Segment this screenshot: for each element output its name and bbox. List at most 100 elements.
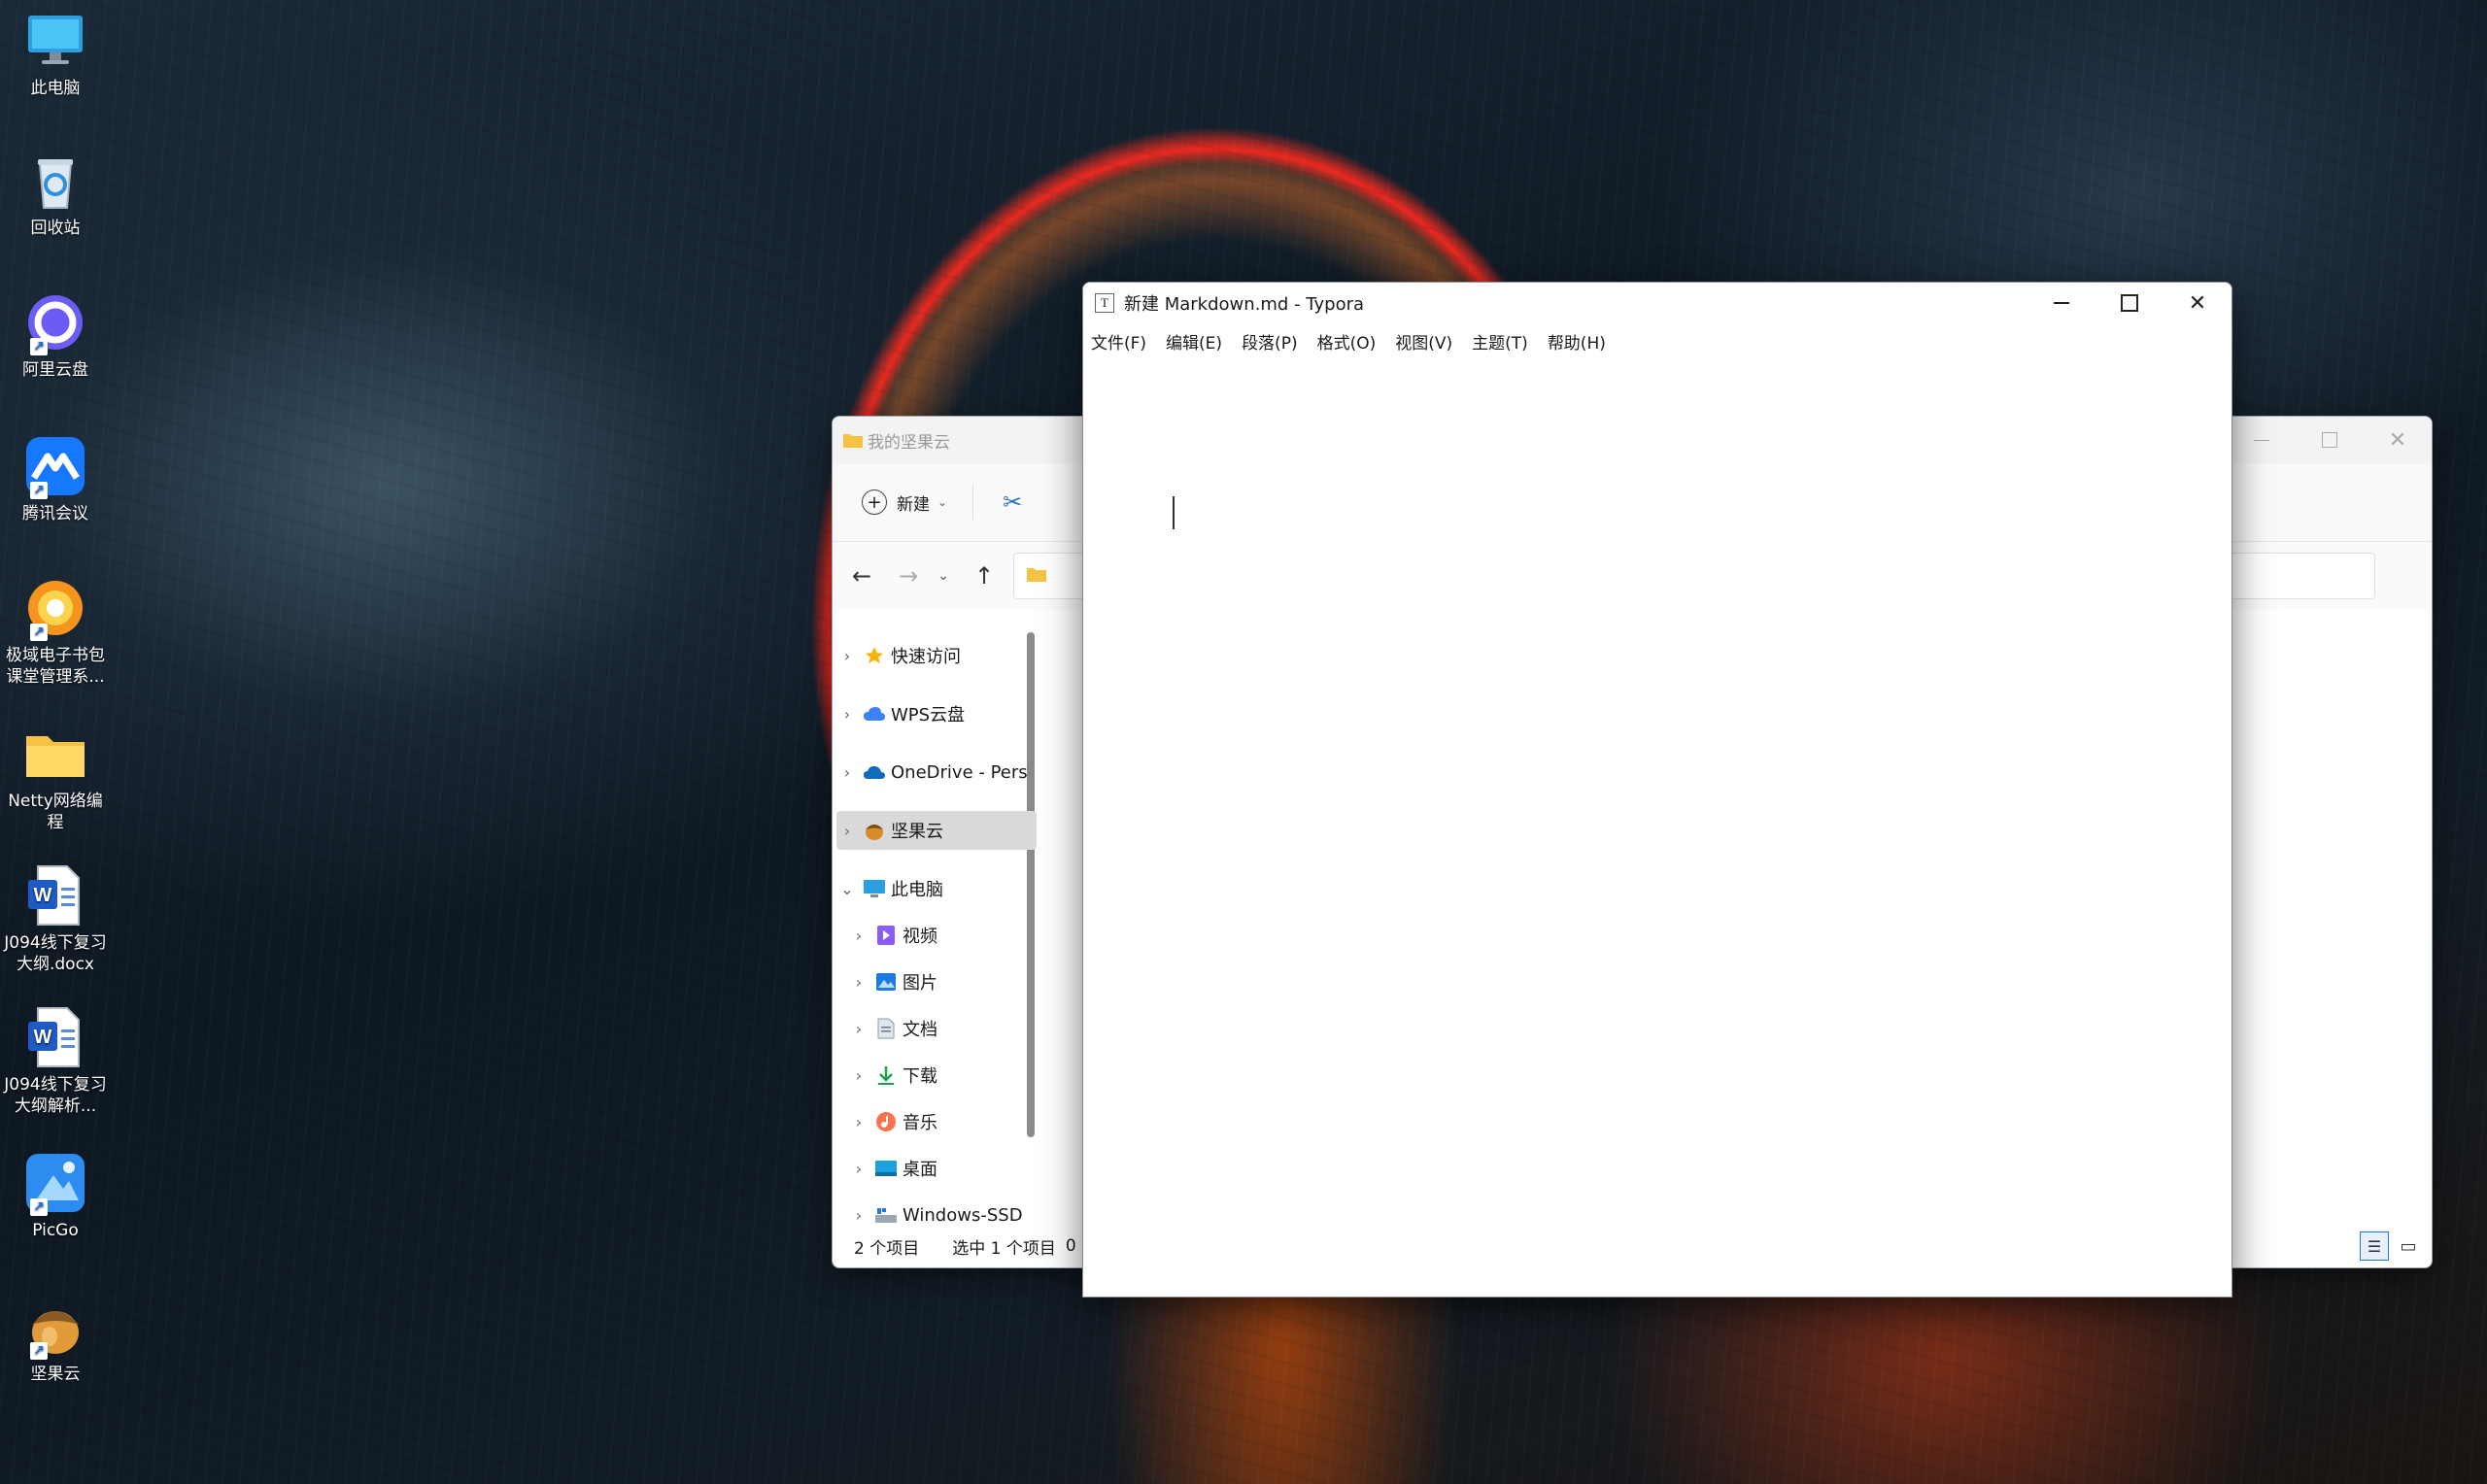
desktop-icon-label: PicGo	[32, 1221, 79, 1240]
download-icon	[873, 1064, 899, 1086]
chevron-right-icon: ›	[855, 1065, 863, 1085]
nav-item-label: OneDrive - Pers	[891, 761, 1028, 783]
nav-item-pictures[interactable]: › 图片	[848, 962, 1048, 1001]
plus-circle-icon: +	[862, 489, 887, 515]
desktop-icon-this-pc[interactable]: 此电脑	[0, 10, 111, 99]
desktop-icon-label: 坚果云	[30, 1365, 81, 1384]
status-size: 0	[1065, 1236, 1076, 1256]
markdown-editor[interactable]	[1083, 360, 2231, 1297]
desktop-icon-label: J094线下复习大纲.docx	[4, 933, 107, 974]
picture-icon	[873, 971, 899, 993]
up-button[interactable]: ↑	[974, 562, 994, 590]
shortcut-arrow-icon: ↗	[30, 624, 48, 641]
shortcut-arrow-icon: ↗	[30, 338, 48, 355]
desktop-icon-recycle-bin[interactable]: 回收站	[0, 150, 111, 239]
chevron-right-icon: ›	[855, 1112, 863, 1131]
monitor-icon	[24, 10, 86, 72]
back-button[interactable]: ←	[852, 562, 871, 590]
minimize-icon	[2254, 439, 2269, 441]
nav-item-label: 桌面	[903, 1160, 937, 1180]
typora-window[interactable]: T 新建 Markdown.md - Typora ✕ 文件(F) 编辑(E) …	[1082, 282, 2232, 1298]
desktop-icon-tencent-meeting[interactable]: ↗ 腾讯会议	[0, 435, 111, 524]
new-button-label: 新建	[897, 494, 930, 515]
typora-titlebar[interactable]: T 新建 Markdown.md - Typora ✕	[1083, 283, 2231, 323]
desktop-icon-label: 此电脑	[30, 79, 81, 98]
chevron-down-icon: ⌄	[840, 879, 854, 898]
drive-icon	[873, 1204, 899, 1226]
chevron-down-icon: ⌄	[937, 495, 948, 509]
nav-item-label: 音乐	[903, 1113, 937, 1133]
maximize-button[interactable]	[2095, 283, 2163, 323]
close-button[interactable]: ✕	[2364, 417, 2432, 463]
tencent-meeting-icon: ↗	[24, 435, 86, 499]
list-view-icon: ☰	[2367, 1236, 2382, 1256]
minimize-button[interactable]	[2027, 283, 2095, 323]
arrow-left-icon: ←	[852, 562, 872, 590]
typora-app-icon: T	[1095, 293, 1114, 313]
chevron-right-icon: ›	[855, 1205, 863, 1225]
desktop-icon-docx-2[interactable]: W J094线下复习大纲解析...	[0, 1006, 111, 1117]
desktop-icon-netty-folder[interactable]: Netty网络编程	[0, 723, 111, 833]
jianguoyun-icon: ↗	[24, 1296, 86, 1360]
menu-theme[interactable]: 主题(T)	[1472, 329, 1528, 354]
maximize-icon	[2121, 294, 2138, 312]
desktop-icon-label: J094线下复习大纲解析...	[4, 1075, 107, 1116]
nav-item-this-pc[interactable]: ⌄ 此电脑	[836, 869, 1037, 908]
svg-text:W: W	[34, 1027, 52, 1048]
status-selected: 选中 1 个项目	[952, 1238, 1056, 1259]
minimize-icon	[2054, 302, 2069, 304]
aliyun-drive-icon: ↗	[24, 291, 86, 355]
nav-item-quick-access[interactable]: › 快速访问	[836, 636, 1037, 675]
chevron-right-icon: ›	[855, 926, 863, 945]
menu-paragraph[interactable]: 段落(P)	[1242, 329, 1298, 354]
nav-item-label: WPS云盘	[891, 705, 966, 725]
close-icon: ✕	[2388, 427, 2407, 453]
word-doc-icon: W	[24, 864, 86, 927]
nav-item-label: 坚果云	[891, 822, 943, 842]
nav-item-documents[interactable]: › 文档	[848, 1009, 1048, 1048]
nav-item-wps-cloud[interactable]: › WPS云盘	[836, 694, 1037, 733]
menu-view[interactable]: 视图(V)	[1395, 329, 1452, 354]
menu-help[interactable]: 帮助(H)	[1548, 329, 1606, 354]
menu-format[interactable]: 格式(O)	[1317, 329, 1377, 354]
cut-button[interactable]: ✂	[1003, 489, 1022, 516]
nav-item-label: 下载	[903, 1066, 937, 1087]
nav-item-onedrive[interactable]: › OneDrive - Pers	[836, 753, 1037, 792]
nav-item-label: 快速访问	[891, 647, 961, 667]
menu-edit[interactable]: 编辑(E)	[1166, 329, 1222, 354]
minimize-button[interactable]	[2228, 417, 2296, 463]
nav-item-desktop[interactable]: › 桌面	[848, 1149, 1048, 1188]
chevron-right-icon: ›	[843, 762, 851, 782]
nav-item-videos[interactable]: › 视频	[848, 916, 1048, 955]
forward-button[interactable]: →	[899, 562, 918, 590]
shortcut-arrow-icon: ↗	[30, 1198, 48, 1216]
desktop-icon-aliyun-drive[interactable]: ↗ 阿里云盘	[0, 291, 111, 381]
chevron-right-icon: ›	[843, 646, 851, 665]
nav-item-downloads[interactable]: › 下载	[848, 1056, 1048, 1095]
picgo-icon: ↗	[24, 1152, 86, 1216]
maximize-icon	[2322, 432, 2337, 448]
recycle-bin-icon	[24, 150, 86, 212]
desktop-icon-jiyu[interactable]: ↗ 极域电子书包课堂管理系...	[0, 577, 111, 688]
typora-menubar: 文件(F) 编辑(E) 段落(P) 格式(O) 视图(V) 主题(T) 帮助(H…	[1083, 323, 2231, 358]
desktop-icon-picgo[interactable]: ↗ PicGo	[0, 1152, 111, 1241]
document-icon	[873, 1018, 899, 1039]
menu-file[interactable]: 文件(F)	[1091, 329, 1146, 354]
nav-item-music[interactable]: › 音乐	[848, 1102, 1048, 1141]
nav-item-label: 图片	[903, 973, 937, 994]
details-view-button[interactable]: ☰	[2360, 1231, 2389, 1261]
desktop-icon-label: 回收站	[30, 219, 81, 238]
tiles-view-button[interactable]: ▭	[2395, 1232, 2422, 1260]
maximize-button[interactable]	[2296, 417, 2364, 463]
close-button[interactable]: ✕	[2163, 283, 2231, 323]
desktop-icon	[873, 1158, 899, 1179]
recent-locations-button[interactable]: ⌄	[937, 568, 949, 584]
desktop-icon-docx-1[interactable]: W J094线下复习大纲.docx	[0, 864, 111, 975]
desktop-icon-jianguoyun[interactable]: ↗ 坚果云	[0, 1296, 111, 1385]
video-icon	[873, 925, 899, 946]
nav-item-jianguoyun[interactable]: › 坚果云	[836, 811, 1037, 850]
onedrive-icon	[862, 761, 887, 783]
new-button[interactable]: + 新建 ⌄	[862, 489, 947, 515]
navigation-pane: › 快速访问 › WPS云盘 › OneDrive - Pers › 坚果云 ⌄…	[833, 611, 1039, 1226]
explorer-title: 我的坚果云	[868, 432, 950, 453]
